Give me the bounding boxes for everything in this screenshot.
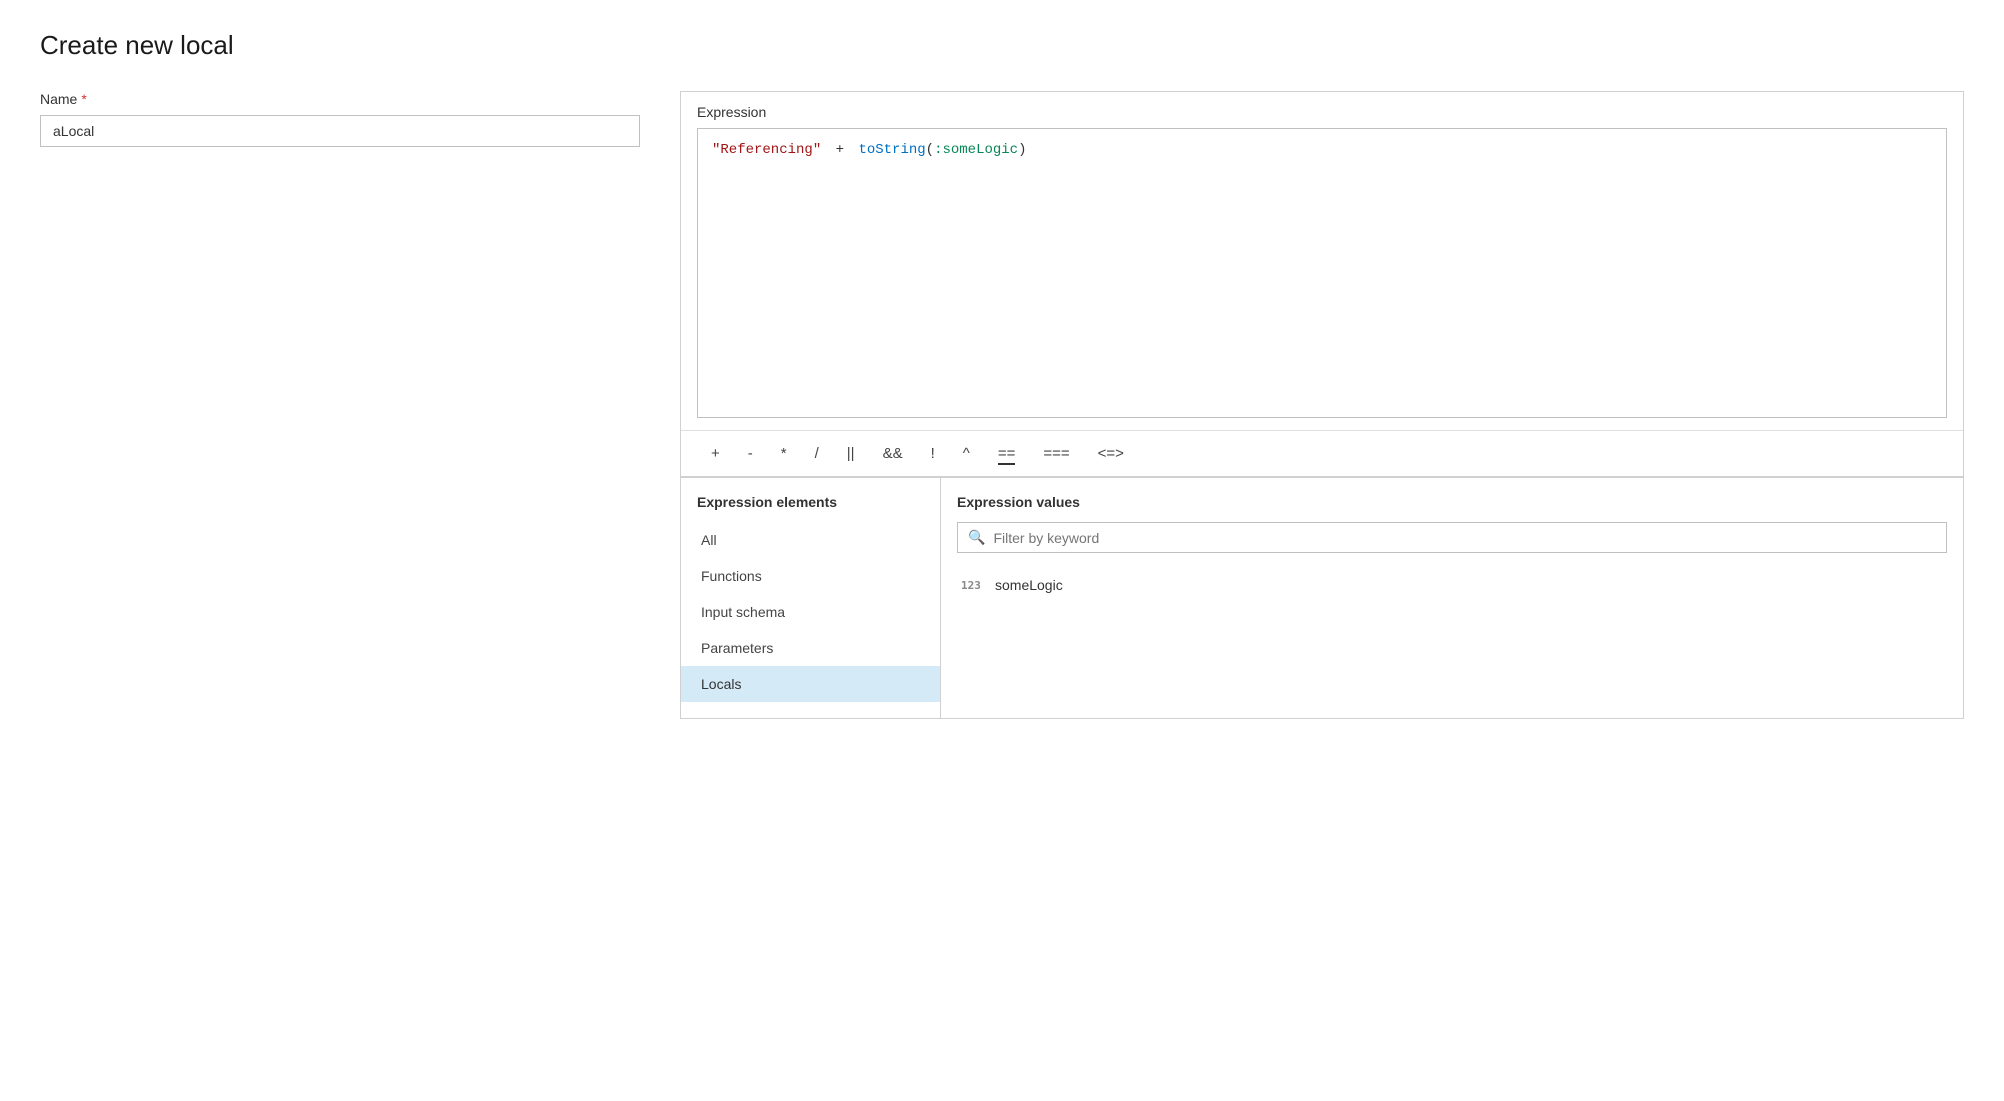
operator-equals[interactable]: == xyxy=(984,441,1030,466)
expr-ref: :someLogic xyxy=(934,142,1018,158)
expression-values-title: Expression values xyxy=(957,494,1947,510)
bottom-panel: Expression elements All Functions Input … xyxy=(681,477,1963,718)
filter-input[interactable] xyxy=(993,530,1936,546)
required-star: * xyxy=(81,91,86,107)
expression-editor[interactable]: "Referencing" + toString(:someLogic) xyxy=(697,128,1947,418)
right-panel: Expression "Referencing" + toString(:som… xyxy=(680,91,1964,719)
operator-multiply[interactable]: * xyxy=(767,441,801,466)
operator-plus[interactable]: + xyxy=(697,441,734,466)
expr-paren-open: ( xyxy=(926,142,934,158)
operator-divide[interactable]: / xyxy=(801,441,833,466)
expr-string: "Referencing" xyxy=(712,142,821,158)
operators-bar: + - * / || && ! ^ == === <=> xyxy=(681,430,1963,476)
search-icon: 🔍 xyxy=(968,529,985,546)
element-item-all[interactable]: All xyxy=(681,522,940,558)
expression-values-panel: Expression values 🔍 123 someLogic xyxy=(941,478,1963,718)
left-panel: Name * xyxy=(40,91,680,147)
expr-paren-close: ) xyxy=(1018,142,1026,158)
expression-elements-title: Expression elements xyxy=(681,494,940,522)
expr-plus: + xyxy=(827,142,852,158)
main-layout: Name * Expression "Referencing" + toStri… xyxy=(40,91,1964,719)
expression-elements-panel: Expression elements All Functions Input … xyxy=(681,478,941,718)
name-input[interactable] xyxy=(40,115,640,147)
element-item-functions[interactable]: Functions xyxy=(681,558,940,594)
page-title: Create new local xyxy=(40,30,1964,61)
filter-input-wrap[interactable]: 🔍 xyxy=(957,522,1947,553)
page-container: Create new local Name * Expression "Refe… xyxy=(0,0,2004,1101)
value-item-somelogic[interactable]: 123 someLogic xyxy=(957,569,1947,601)
value-name: someLogic xyxy=(995,577,1063,593)
expression-label: Expression xyxy=(681,92,1963,128)
value-type-badge: 123 xyxy=(961,579,985,592)
operator-xor[interactable]: ^ xyxy=(949,441,984,466)
expr-func: toString xyxy=(858,142,925,158)
expression-section: Expression "Referencing" + toString(:som… xyxy=(681,92,1963,477)
operator-or[interactable]: || xyxy=(833,441,869,466)
element-item-locals[interactable]: Locals xyxy=(681,666,940,702)
element-item-parameters[interactable]: Parameters xyxy=(681,630,940,666)
operator-minus[interactable]: - xyxy=(734,441,767,466)
operator-and[interactable]: && xyxy=(869,441,917,466)
operator-compare[interactable]: <=> xyxy=(1084,441,1138,466)
element-item-input-schema[interactable]: Input schema xyxy=(681,594,940,630)
operator-strict-equals[interactable]: === xyxy=(1029,441,1083,466)
name-label: Name * xyxy=(40,91,640,107)
operator-not[interactable]: ! xyxy=(917,441,949,466)
